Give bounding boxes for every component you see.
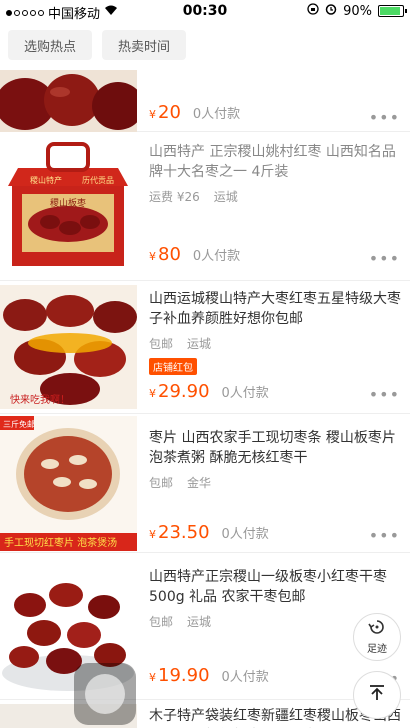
price-row: ¥ 23.50 0人付款 xyxy=(149,522,269,543)
product-info: 山西运城稷山特产大枣红枣五星特级大枣子补血养颜胜好想你包邮 包邮 运城 店铺红包 xyxy=(149,289,404,375)
product-image: 稷山特产 历代贡品 稷山板枣 xyxy=(0,138,137,275)
price: 20 xyxy=(158,102,181,123)
shop-coupon-badge: 店铺红包 xyxy=(149,358,197,375)
product-image: 快来吃我啊！ xyxy=(0,285,137,409)
box-label: 稷山板枣 xyxy=(50,197,86,209)
currency-symbol: ¥ xyxy=(149,250,156,263)
shipping-label: 包邮 xyxy=(149,337,174,351)
status-bar: 中国移动 00:30 90% xyxy=(0,0,410,22)
battery-percent: 90% xyxy=(343,3,372,19)
status-right: 90% xyxy=(307,3,407,19)
paid-count: 0人付款 xyxy=(192,107,241,122)
assistive-touch-icon xyxy=(85,674,125,714)
product-item[interactable]: 三斤免邮 手工现切红枣片 泡茶煲汤 枣片 山西农家手工现切枣条 稷山板枣片 泡茶… xyxy=(0,414,410,553)
currency-symbol: ¥ xyxy=(149,387,156,400)
location: 运城 xyxy=(187,615,212,629)
product-item[interactable]: 稷山特产 历代贡品 稷山板枣 山西特产 正宗稷山姚村红枣 山西知名品牌十大名枣之… xyxy=(0,132,410,281)
price: 23.50 xyxy=(158,522,210,543)
paid-count: 0人付款 xyxy=(221,670,269,685)
product-meta: 包邮 金华 xyxy=(149,474,404,491)
product-title[interactable]: 枣片 山西农家手工现切枣条 稷山板枣片 泡茶煮粥 酥脆无核红枣干 xyxy=(149,428,404,468)
location: 运城 xyxy=(213,190,238,204)
product-image xyxy=(0,70,137,132)
price-row: ¥ 29.90 0人付款 xyxy=(149,381,269,402)
shipping-label: 包邮 xyxy=(149,615,174,629)
product-item[interactable]: 山西特产正宗稷山一级板枣小红枣干枣500g 礼品 农家干枣包邮 包邮 运城 ¥ … xyxy=(0,553,410,700)
paid-count: 0人付款 xyxy=(192,249,241,264)
currency-symbol: ¥ xyxy=(149,108,156,121)
location: 运城 xyxy=(187,337,212,351)
battery-icon xyxy=(378,5,407,17)
location: 金华 xyxy=(187,476,212,490)
product-info: 枣片 山西农家手工现切枣条 稷山板枣片 泡茶煮粥 酥脆无核红枣干 包邮 金华 xyxy=(149,428,404,491)
product-image: 三斤免邮 手工现切红枣片 泡茶煲汤 xyxy=(0,416,137,551)
shipping-fee: 运费 ¥26 xyxy=(149,190,200,204)
box-label-left: 稷山特产 xyxy=(30,175,62,185)
alarm-icon xyxy=(325,3,337,19)
banner-title: 手工现切红枣片 泡茶煲汤 xyxy=(4,536,117,549)
footprint-label: 足迹 xyxy=(367,644,387,655)
filter-bar: 选购热点 热卖时间 xyxy=(0,22,410,70)
product-item[interactable]: ¥ 20 0人付款 ••• xyxy=(0,70,410,132)
product-title[interactable]: 山西运城稷山特产大枣红枣五星特级大枣子补血养颜胜好想你包邮 xyxy=(149,289,404,329)
back-to-top-button[interactable] xyxy=(353,671,401,719)
more-options-button[interactable]: ••• xyxy=(369,108,400,127)
product-meta: 包邮 运城 xyxy=(149,335,404,352)
currency-symbol: ¥ xyxy=(149,528,156,541)
price-row: ¥ 19.90 0人付款 xyxy=(149,665,269,686)
more-options-button[interactable]: ••• xyxy=(369,249,400,268)
more-options-button[interactable]: ••• xyxy=(369,526,400,545)
product-item[interactable]: 快来吃我啊！ 山西运城稷山特产大枣红枣五星特级大枣子补血养颜胜好想你包邮 包邮 … xyxy=(0,281,410,414)
product-title[interactable]: 山西特产 正宗稷山姚村红枣 山西知名品牌十大名枣之一 4斤装 xyxy=(149,142,404,182)
rotation-lock-icon xyxy=(307,3,319,19)
box-label-right: 历代贡品 xyxy=(82,175,114,185)
price: 80 xyxy=(158,244,181,265)
footprint-button[interactable]: 足迹 xyxy=(353,613,401,661)
arrow-up-icon xyxy=(367,683,387,707)
promo-label: 快来吃我啊！ xyxy=(10,393,70,406)
paid-count: 0人付款 xyxy=(221,386,269,401)
footprint-icon xyxy=(367,619,387,640)
banner-sticker: 三斤免邮 xyxy=(3,419,35,429)
assistive-touch-button[interactable] xyxy=(74,663,136,725)
product-title[interactable]: 山西特产正宗稷山一级板枣小红枣干枣500g 礼品 农家干枣包邮 xyxy=(149,567,404,607)
product-info: 山西特产 正宗稷山姚村红枣 山西知名品牌十大名枣之一 4斤装 运费 ¥26 运城 xyxy=(149,142,404,205)
price-row: ¥ 80 0人付款 xyxy=(149,244,240,265)
product-meta: 运费 ¥26 运城 xyxy=(149,188,404,205)
product-list: ¥ 20 0人付款 ••• 稷山特产 历代贡品 稷山板枣 山西特产 正宗稷山姚村… xyxy=(0,70,410,728)
currency-symbol: ¥ xyxy=(149,671,156,684)
shipping-label: 包邮 xyxy=(149,476,174,490)
price: 19.90 xyxy=(158,665,210,686)
price-row: ¥ 20 0人付款 xyxy=(149,102,240,123)
paid-count: 0人付款 xyxy=(221,527,269,542)
price: 29.90 xyxy=(158,381,210,402)
more-options-button[interactable]: ••• xyxy=(369,385,400,404)
filter-hot-time-button[interactable]: 热卖时间 xyxy=(102,30,187,60)
product-item[interactable]: 木子特产袋装红枣新疆红枣稷山板枣山西运城稷山特级红枣价识零食 xyxy=(0,700,410,728)
filter-hot-topic-button[interactable]: 选购热点 xyxy=(8,30,93,60)
